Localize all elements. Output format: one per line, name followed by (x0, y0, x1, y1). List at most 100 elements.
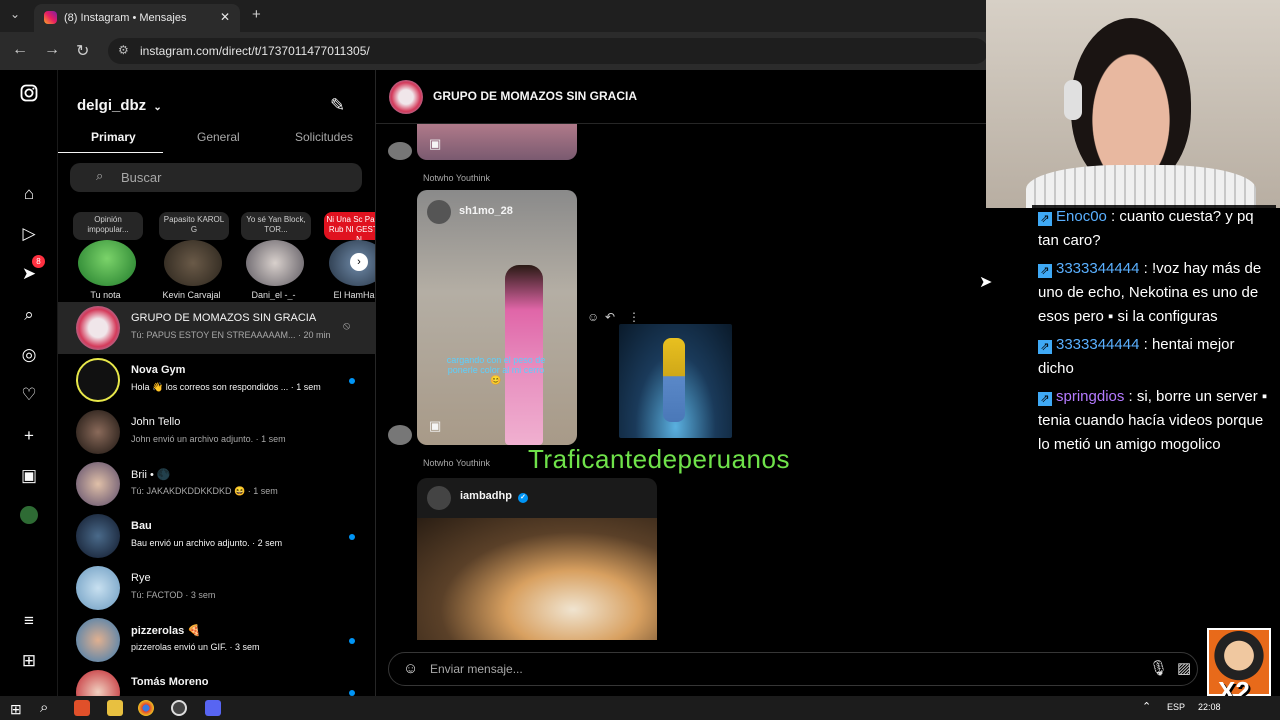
conversation-item[interactable]: Nova Gym Hola 👋 los correos son respondi… (58, 354, 375, 406)
react-icon[interactable]: ☺ (587, 310, 599, 324)
taskbar-search-icon[interactable]: ⌕ (40, 699, 48, 716)
tab-list-icon[interactable]: ⌄ (10, 7, 20, 21)
chat-header: GRUPO DE MOMAZOS SIN GRACIA (376, 70, 986, 124)
conversation-preview: pizzerolas envió un GIF. · 3 sem (131, 642, 260, 652)
file-explorer-icon[interactable] (107, 700, 123, 716)
reload-icon[interactable]: ↻ (76, 41, 89, 61)
prime-badge-icon: ⇗ (1038, 264, 1052, 278)
conversation-item[interactable]: Tomás Moreno (58, 666, 375, 696)
conversation-name: Rye (131, 572, 151, 584)
conversation-name: Tomás Moreno (131, 676, 209, 688)
conversation-item[interactable]: pizzerolas 🍕 pizzerolas envió un GIF. · … (58, 614, 375, 666)
discord-icon[interactable] (205, 700, 221, 716)
reels-icon[interactable]: ▷ (18, 223, 40, 245)
notes-next-icon[interactable]: › (350, 253, 368, 271)
url-field[interactable]: ⚙ instagram.com/direct/t/173701147701130… (108, 38, 988, 64)
conversation-preview: Tú: JAKAKDKDDKKDKD 😆 · 1 sem (131, 486, 278, 496)
conversation-preview: Tú: FACTOD · 3 sem (131, 590, 216, 600)
stream-overlay-image (619, 324, 732, 438)
cat-image (417, 518, 657, 640)
search-input[interactable]: ⌕ Buscar (70, 163, 362, 192)
language-indicator[interactable]: ESP (1167, 702, 1185, 712)
forward-icon[interactable]: → (44, 41, 60, 59)
conversation-name: Brii • 🌑 (131, 469, 171, 481)
shared-post[interactable]: iambadhp ✓ (417, 478, 657, 640)
browser-tab[interactable]: (8) Instagram • Mensajes ✕ (34, 4, 240, 32)
dashboard-icon[interactable]: ▣ (18, 465, 40, 487)
notifications-icon[interactable]: ♡ (18, 384, 40, 406)
start-icon[interactable]: ⊞ (10, 701, 22, 718)
microphone-icon[interactable]: 🎙 (1149, 659, 1168, 677)
instagram-favicon-icon (44, 11, 57, 24)
image-icon[interactable]: ▨ (1177, 659, 1191, 677)
shared-reel[interactable]: sh1mo_28 cargando con el peso de ponerle… (417, 190, 577, 445)
search-input-icon: ⌕ (96, 168, 104, 183)
messages-icon[interactable]: ➤ 8 (18, 255, 45, 285)
note-name: Kevin Carvajal (162, 290, 221, 300)
obs-icon[interactable] (171, 700, 187, 716)
clock[interactable]: 22:08 (1198, 702, 1221, 712)
apps-icon[interactable]: ⊞ (18, 650, 40, 672)
note-name: El HamHan (333, 290, 376, 300)
conversation-item[interactable]: Brii • 🌑 Tú: JAKAKDKDDKKDKD 😆 · 1 sem (58, 458, 375, 510)
avatar (76, 358, 120, 402)
explore-icon[interactable]: ◎ (18, 344, 40, 366)
conversation-item[interactable]: Bau Bau envió un archivo adjunto. · 2 se… (58, 510, 375, 562)
conversation-preview: Tú: PAPUS ESTOY EN STREAAAAAM... · 20 mi… (131, 330, 331, 340)
post-author-avatar (427, 200, 451, 224)
chat-panel: GRUPO DE MOMAZOS SIN GRACIA ▣ Notwho You… (376, 70, 1198, 696)
group-avatar[interactable] (389, 80, 423, 114)
avatar (76, 306, 120, 350)
tray-chevron-icon[interactable]: ⌃ (1142, 700, 1151, 713)
unread-dot (349, 534, 355, 540)
account-switcher[interactable]: delgi_dbz ⌄ (77, 97, 162, 114)
chrome-icon[interactable] (138, 700, 154, 716)
message-input[interactable]: ☺ Enviar mensaje... 🎙 ▨ (388, 652, 1198, 686)
tab-requests[interactable]: Solicitudes (295, 130, 353, 144)
tab-primary-underline (58, 152, 163, 153)
menu-icon[interactable]: ≡ (18, 610, 40, 632)
tab-general[interactable]: General (197, 130, 240, 144)
new-message-icon[interactable]: ✎ (330, 95, 345, 116)
create-icon[interactable]: + (18, 425, 40, 447)
chat-title[interactable]: GRUPO DE MOMAZOS SIN GRACIA (433, 89, 637, 103)
sender-avatar (388, 425, 412, 445)
inbox-panel: delgi_dbz ⌄ ✎ Primary General Solicitude… (58, 70, 376, 696)
search-icon[interactable]: ⌕ (18, 304, 40, 326)
emoji-icon[interactable]: ☺ (403, 660, 418, 677)
chat-message: ⇗ 3333344444 : hentai mejor dicho (1038, 333, 1270, 381)
chat-user: 3333344444 (1056, 336, 1140, 353)
more-options-icon[interactable]: ⋮ (628, 310, 640, 324)
back-icon[interactable]: ← (12, 41, 28, 59)
conversation-item[interactable]: GRUPO DE MOMAZOS SIN GRACIA Tú: PAPUS ES… (58, 302, 375, 354)
tab-title: (8) Instagram • Mensajes (64, 12, 187, 24)
prime-badge-icon: ⇗ (1038, 212, 1052, 226)
tab-primary[interactable]: Primary (91, 130, 136, 144)
avatar (78, 240, 136, 286)
chat-user: springdios (1056, 388, 1125, 405)
sender-avatar (388, 142, 412, 160)
instagram-logo-icon[interactable] (18, 84, 40, 106)
brave-icon[interactable] (74, 700, 90, 716)
shared-reel-top[interactable]: ▣ (417, 124, 577, 160)
reply-icon[interactable]: ↶ (605, 310, 615, 324)
conversation-item[interactable]: Rye Tú: FACTOD · 3 sem (58, 562, 375, 614)
streamer-head (1071, 18, 1191, 188)
conversation-name: Bau (131, 520, 152, 532)
conversation-item[interactable]: John Tello John envió un archivo adjunto… (58, 406, 375, 458)
site-info-icon[interactable]: ⚙ (118, 43, 129, 57)
reel-icon: ▣ (429, 136, 442, 151)
profile-avatar-icon[interactable] (18, 506, 40, 528)
composer-placeholder: Enviar mensaje... (430, 662, 523, 676)
home-icon[interactable]: ⌂ (18, 183, 40, 205)
avatar (76, 618, 120, 662)
windows-taskbar: ⊞ ⌕ ⌃ ESP 22:08 (0, 696, 1280, 720)
avatar (164, 240, 222, 286)
avatar (76, 566, 120, 610)
close-tab-icon[interactable]: ✕ (220, 10, 230, 24)
reel-icon: ▣ (429, 418, 442, 433)
new-tab-icon[interactable]: + (252, 6, 261, 23)
reel-caption: cargando con el peso de ponerle color al… (446, 355, 546, 385)
instagram-nav-rail: ⌂ ▷ ➤ 8 ⌕ ◎ ♡ + ▣ ≡ ⊞ (0, 70, 58, 696)
dancer-figure (663, 338, 685, 422)
